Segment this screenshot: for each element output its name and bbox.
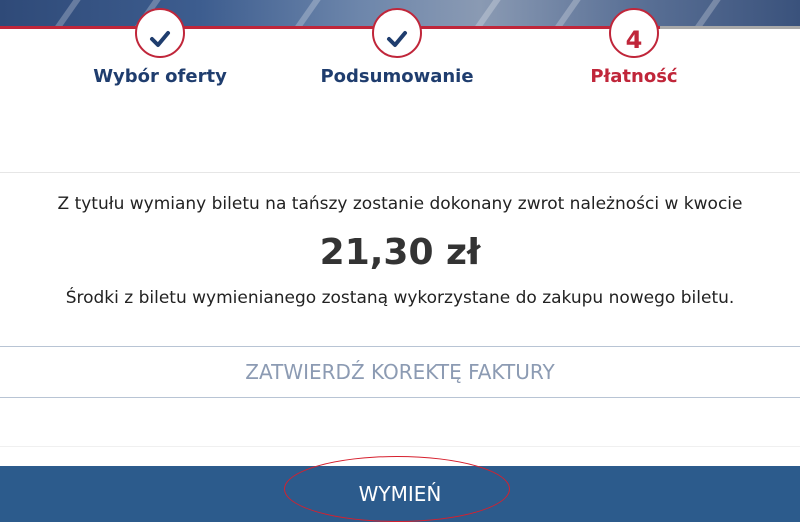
exchange-button[interactable]: WYMIEŃ xyxy=(0,466,800,522)
refund-amount: 21,30 zł xyxy=(319,232,481,273)
step-1-circle xyxy=(135,8,185,58)
check-icon xyxy=(150,31,170,47)
step-number: 4 xyxy=(625,26,643,54)
step-2-circle xyxy=(372,8,422,58)
step-1-label: Wybór oferty xyxy=(93,66,227,87)
progress-line-remaining xyxy=(660,26,800,29)
refund-message: Z tytułu wymiany biletu na tańszy zostan… xyxy=(57,194,743,214)
step-2-label: Podsumowanie xyxy=(320,66,474,87)
progress-line-completed xyxy=(0,26,660,29)
refund-note: Środki z biletu wymienianego zostaną wyk… xyxy=(65,288,735,308)
check-icon xyxy=(387,31,407,47)
step-3-label: Płatność xyxy=(590,66,678,87)
section-divider xyxy=(0,172,800,173)
step-3-circle: 4 xyxy=(609,8,659,58)
section-divider xyxy=(0,446,800,447)
confirm-invoice-correction-button[interactable]: ZATWIERDŹ KOREKTĘ FAKTURY xyxy=(0,346,800,398)
